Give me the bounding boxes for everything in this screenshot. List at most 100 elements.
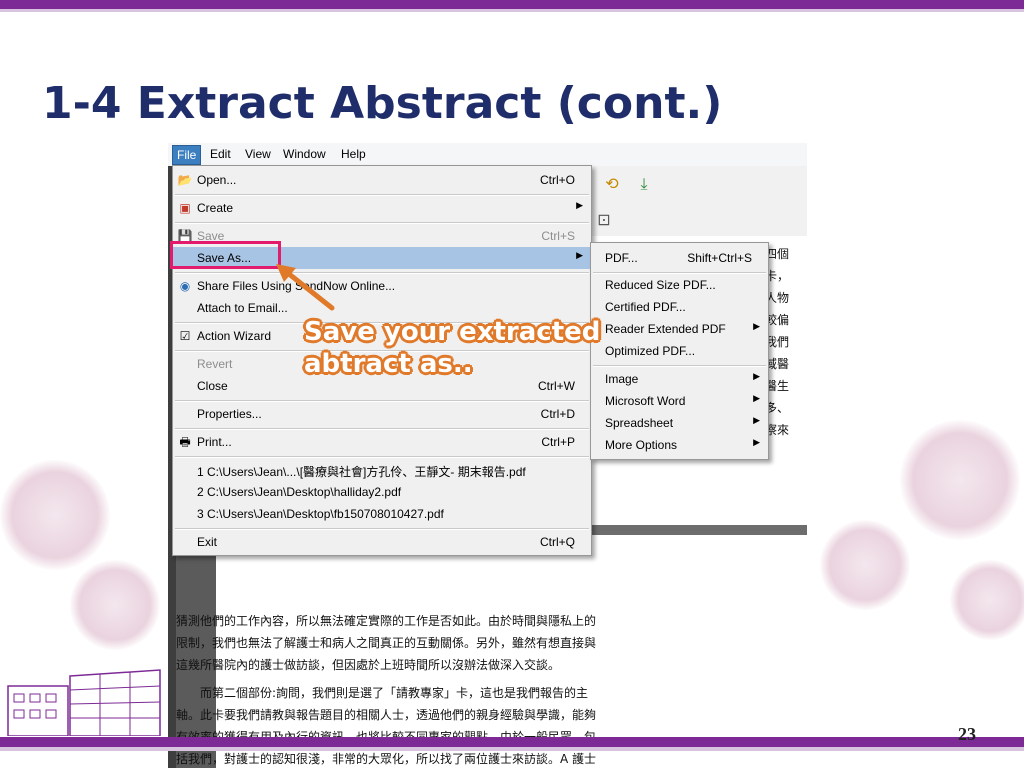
text-line: 猜測他們的工作內容，所以無法確定實際的工作是否如此。由於時間與隱私上的 <box>176 614 597 628</box>
submenu-item-reader-extended-pdf[interactable]: Reader Extended PDF ▶ <box>591 318 768 340</box>
menu-item-shortcut: Shift+Ctrl+S <box>687 251 752 265</box>
create-icon: ▣ <box>179 201 191 215</box>
menu-item-label: Print... <box>197 435 232 449</box>
menu-edit[interactable]: Edit <box>206 145 235 163</box>
text-fragment: 醫生 <box>765 379 790 393</box>
menu-item-label: 3 C:\Users\Jean\Desktop\fb150708010427.p… <box>197 507 444 521</box>
submenu-arrow-icon: ▶ <box>576 250 583 260</box>
decorative-flower <box>820 520 910 610</box>
text-line: 限制，我們也無法了解護士和病人之間真正的互動關係。另外，雖然有想直接與 <box>176 636 597 650</box>
menu-item-properties[interactable]: Properties... Ctrl+D <box>173 403 591 425</box>
printer-icon: 🖶 <box>179 435 191 449</box>
submenu-arrow-icon: ▶ <box>576 200 583 210</box>
menu-item-label: Reader Extended PDF <box>605 322 726 336</box>
text-fragment: 卡， <box>765 269 790 283</box>
page-number: 23 <box>958 724 976 744</box>
submenu-item-microsoft-word[interactable]: Microsoft Word ▶ <box>591 390 768 412</box>
menu-item-label: Image <box>605 372 639 386</box>
checklist-icon: ☑ <box>179 329 191 343</box>
decorative-flower <box>70 560 160 650</box>
export-icon[interactable]: ⟲ <box>601 174 623 196</box>
save-as-submenu: PDF... Shift+Ctrl+S Reduced Size PDF... … <box>590 242 769 460</box>
callout-line: Save your extracted <box>304 317 601 347</box>
text-fragment: 我們 <box>765 335 790 349</box>
submenu-item-certified-pdf[interactable]: Certified PDF... <box>591 296 768 318</box>
submenu-item-spreadsheet[interactable]: Spreadsheet ▶ <box>591 412 768 434</box>
text-fragment: 較偏 <box>765 313 790 327</box>
top-accent-bar <box>0 0 1024 9</box>
top-accent-stripe <box>0 9 1024 12</box>
menu-item-recent-file[interactable]: 2 C:\Users\Jean\Desktop\halliday2.pdf <box>173 481 591 503</box>
text-fragment: 多、 <box>765 401 790 415</box>
menu-separator <box>175 194 589 196</box>
menu-separator <box>175 222 589 224</box>
campus-building-illustration <box>7 669 161 736</box>
menu-item-recent-file[interactable]: 1 C:\Users\Jean\...\[醫療與社會]方孔伶、王靜文- 期末報告… <box>173 459 591 481</box>
menu-separator <box>175 456 589 458</box>
menu-item-shortcut: Ctrl+O <box>539 173 575 187</box>
menu-item-open[interactable]: 📂 Open... Ctrl+O <box>173 169 591 191</box>
menu-item-label: Open... <box>197 173 237 187</box>
submenu-item-more-options[interactable]: More Options ▶ <box>591 434 768 456</box>
text-fragment: 四個 <box>765 247 790 261</box>
menu-item-label: Close <box>197 379 228 393</box>
share-icon: ◉ <box>179 279 191 293</box>
menu-item-create[interactable]: ▣ Create ▶ <box>173 197 591 219</box>
menu-item-shortcut: Ctrl+S <box>541 229 575 243</box>
menu-separator <box>175 272 589 274</box>
text-fragment: 察來 <box>765 423 790 437</box>
decorative-flower <box>900 420 1020 540</box>
text-line: 軸。此卡要我們請教與報告題目的相關人士，透過他們的親身經驗與學識，能夠 <box>176 708 597 722</box>
menu-item-label: Reduced Size PDF... <box>605 278 716 292</box>
submenu-item-optimized-pdf[interactable]: Optimized PDF... <box>591 340 768 362</box>
menu-item-exit[interactable]: Exit Ctrl+Q <box>173 531 591 553</box>
save-as-highlight-box <box>170 241 281 269</box>
menu-bar: File Edit View Window Help <box>168 143 807 167</box>
download-icon[interactable]: ⤓ <box>633 174 655 196</box>
paragraph: 猜測他們的工作內容，所以無法確定實際的工作是否如此。由於時間與隱私上的 限制，我… <box>176 610 806 676</box>
callout-line: abtract as.. <box>304 349 473 379</box>
page-tool-icon[interactable]: ⊡ <box>593 210 615 232</box>
menu-item-share-files[interactable]: ◉ Share Files Using SendNow Online... <box>173 275 591 297</box>
menu-help[interactable]: Help <box>337 145 370 163</box>
submenu-arrow-icon: ▶ <box>753 415 760 425</box>
menu-item-label: Optimized PDF... <box>605 344 696 358</box>
menu-item-label: More Options <box>605 438 678 452</box>
decorative-flower <box>950 560 1024 640</box>
document-text-fragments: 四個 卡， 人物 較偏 我們 域醫 醫生 多、 察來 <box>765 243 807 441</box>
menu-item-label: 1 C:\Users\Jean\...\[醫療與社會]方孔伶、王靜文- 期末報告… <box>197 465 526 479</box>
document-body: 猜測他們的工作內容，所以無法確定實際的工作是否如此。由於時間與隱私上的 限制，我… <box>176 610 806 776</box>
menu-view[interactable]: View <box>241 145 275 163</box>
slide-title: 1-4 Extract Abstract (cont.) <box>42 78 723 129</box>
menu-file[interactable]: File <box>172 145 202 165</box>
menu-item-print[interactable]: 🖶 Print... Ctrl+P <box>173 431 591 453</box>
submenu-item-reduced-size-pdf[interactable]: Reduced Size PDF... <box>591 274 768 296</box>
text-line: 這幾所醫院內的護士做訪談，但因處於上班時間所以沒辦法做深入交談。 <box>176 658 561 672</box>
menu-item-label: Certified PDF... <box>605 300 686 314</box>
submenu-arrow-icon: ▶ <box>753 393 760 403</box>
menu-window[interactable]: Window <box>279 145 330 163</box>
menu-item-label: Properties... <box>197 407 262 421</box>
submenu-arrow-icon: ▶ <box>753 437 760 447</box>
submenu-item-image[interactable]: Image ▶ <box>591 368 768 390</box>
menu-separator <box>175 400 589 402</box>
text-line: 括我們，對護士的認知很淺，非常的大眾化，所以找了兩位護士來訪談。A 護士 <box>176 752 597 766</box>
bottom-accent-stripe <box>0 747 1024 751</box>
paragraph: 而第二個部份:詢問，我們則是選了「請教專家」卡，這也是我們報告的主 軸。此卡要我… <box>176 682 806 770</box>
menu-item-label: Create <box>197 201 234 215</box>
submenu-item-pdf[interactable]: PDF... Shift+Ctrl+S <box>591 247 768 269</box>
menu-separator <box>175 428 589 430</box>
toolbar: ⟲ ⤓ ⊡ <box>591 166 807 237</box>
callout-annotation: Save your extracted abtract as.. <box>304 316 600 380</box>
menu-item-label: Microsoft Word <box>605 394 686 408</box>
menu-item-label: Revert <box>197 357 233 371</box>
menu-item-shortcut: Ctrl+W <box>538 379 575 393</box>
menu-item-recent-file[interactable]: 3 C:\Users\Jean\Desktop\fb150708010427.p… <box>173 503 591 525</box>
menu-item-label: Spreadsheet <box>605 416 674 430</box>
submenu-arrow-icon: ▶ <box>753 321 760 331</box>
text-line: 而第二個部份:詢問，我們則是選了「請教專家」卡，這也是我們報告的主 <box>200 686 589 700</box>
menu-item-label: Exit <box>197 535 218 549</box>
menu-item-label: Action Wizard <box>197 329 272 343</box>
text-fragment: 人物 <box>765 291 790 305</box>
menu-item-shortcut: Ctrl+D <box>540 407 575 421</box>
